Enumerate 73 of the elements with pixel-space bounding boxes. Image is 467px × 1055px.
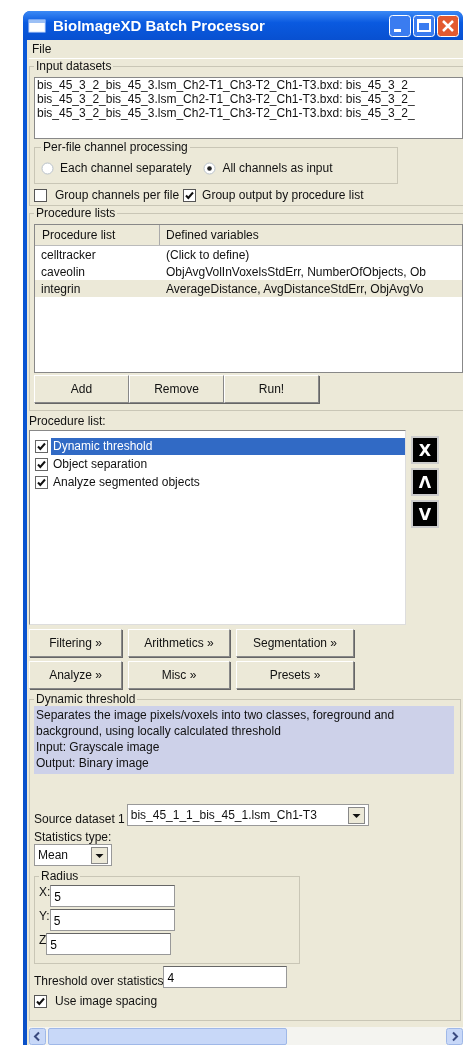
input-field[interactable]: 5 [46,933,172,955]
field-label: Y: [39,909,50,923]
list-control-button[interactable]: Λ [411,468,439,496]
field-label: Z [39,933,47,947]
input-field[interactable]: 5 [49,909,175,931]
group-label: Procedure lists [35,206,117,220]
description-text: Separates the image pixels/voxels into two classes, foreground and background, using locally calculated threshold [36,707,396,739]
dataset-entry[interactable]: bis_45_3_2_bis_45_3.lsm_Ch2-T1_Ch3-T2_Ch1-T3.bxd: bis_45_3_2_ [35,78,462,92]
table-cell-text: integrin [40,281,82,296]
description-text: Output: Binary image [36,755,150,771]
window-title: BioImageXD Batch Processor [53,17,266,34]
checkbox-icon[interactable] [34,188,47,202]
table-cell-text: ObjAvgVolInVoxelsStdErr, NumberOfObjects, Ob [165,264,427,279]
input-field[interactable]: 4 [163,966,288,988]
list-item[interactable]: Object separation [30,455,405,473]
field-label: Threshold over statistics [34,974,164,988]
category-button[interactable]: Presets » [236,661,354,689]
column-header[interactable]: Procedure list [35,225,160,245]
table-cell-text: caveolin [40,264,87,279]
category-button[interactable]: Misc » [128,661,230,689]
checkbox-option[interactable]: Group channels per file [34,188,180,202]
dataset-list[interactable]: bis_45_3_2_bis_45_3.lsm_Ch2-T1_Ch3-T2_Ch1-T3.bxd: bis_45_3_2_ bis_45_3_2_bis_45_3.lsm_Ch2-T1_Ch3-T2_Ch1-T3.bxd: bis_45_3_2_ bis_45_3_2_bis_45_3.lsm_Ch2-T1_Ch3-T2_Ch1-T3.bxd: bis_45_3_2_ [34,77,463,139]
table-cell-text: AverageDistance, AvgDistanceStdErr, ObjAvgVo [165,281,425,296]
checkbox-icon[interactable] [35,457,48,471]
table-row[interactable]: caveolin ObjAvgVolInVoxelsStdErr, NumberOfObjects, Ob [35,263,462,280]
scroll-right-button[interactable] [446,1027,463,1045]
category-button[interactable]: Filtering » [29,629,122,657]
field-label: Statistics type: [34,830,113,844]
scroll-left-button[interactable] [29,1027,46,1045]
list-control-button[interactable]: V [411,500,439,528]
table-cell-text: (Click to define) [165,247,251,262]
table-cell-text: celltracker [40,247,97,262]
table-row[interactable]: celltracker (Click to define) [35,246,462,263]
radio-icon[interactable] [41,161,54,175]
group-label: Radius [40,869,80,883]
list-item[interactable]: Analyze segmented objects [30,473,405,491]
category-button[interactable]: Segmentation » [236,629,354,657]
input-field[interactable]: 5 [50,885,176,907]
field-label: X: [39,885,51,899]
group-label: Dynamic threshold [35,692,137,706]
table-row[interactable]: integrin AverageDistance, AvgDistanceStdErr, ObjAvgVo [35,280,462,297]
checkbox-icon[interactable] [34,994,47,1008]
statistics-dropdown[interactable]: Mean [34,844,112,866]
description-text: Input: Grayscale image [36,739,161,755]
radio-option[interactable]: All channels as input [203,161,333,175]
dataset-entry[interactable]: bis_45_3_2_bis_45_3.lsm_Ch2-T1_Ch3-T2_Ch1-T3.bxd: bis_45_3_2_ [35,92,462,106]
radio-option[interactable]: Each channel separately [41,161,192,175]
column-header[interactable]: Defined variables [160,225,462,245]
checkbox-option[interactable]: Use image spacing [34,994,158,1008]
close-button[interactable] [437,14,459,37]
group-label: Input datasets [35,59,113,73]
checkbox-option[interactable]: Group output by procedure list [183,188,364,202]
dataset-dropdown[interactable]: bis_45_1_1_bis_45_1.lsm_Ch1-T3 [126,804,369,826]
menu-item[interactable]: File [29,42,55,56]
radio-icon[interactable] [203,161,217,175]
dataset-entry[interactable]: bis_45_3_2_bis_45_3.lsm_Ch2-T1_Ch3-T2_Ch1-T3.bxd: bis_45_3_2_ [35,106,462,120]
action-button[interactable]: Add [34,375,129,403]
action-button[interactable]: Run! [224,375,319,403]
category-button[interactable]: Analyze » [29,661,122,689]
checkbox-icon[interactable] [35,475,48,489]
horizontal-scrollbar[interactable] [29,1027,463,1045]
checkbox-icon[interactable] [183,188,197,202]
field-label: Source dataset 1 [34,812,125,826]
category-button[interactable]: Arithmetics » [128,629,230,657]
group-label: Per-file channel processing [42,140,189,154]
scrollbar-thumb[interactable] [48,1027,287,1045]
window-icon [28,18,46,33]
maximize-button[interactable] [413,14,435,37]
list-control-button[interactable]: X [411,436,439,464]
checkbox-icon[interactable] [35,439,48,453]
section-label: Procedure list: [29,414,107,428]
minimize-button[interactable] [389,14,411,37]
action-button[interactable]: Remove [129,375,224,403]
